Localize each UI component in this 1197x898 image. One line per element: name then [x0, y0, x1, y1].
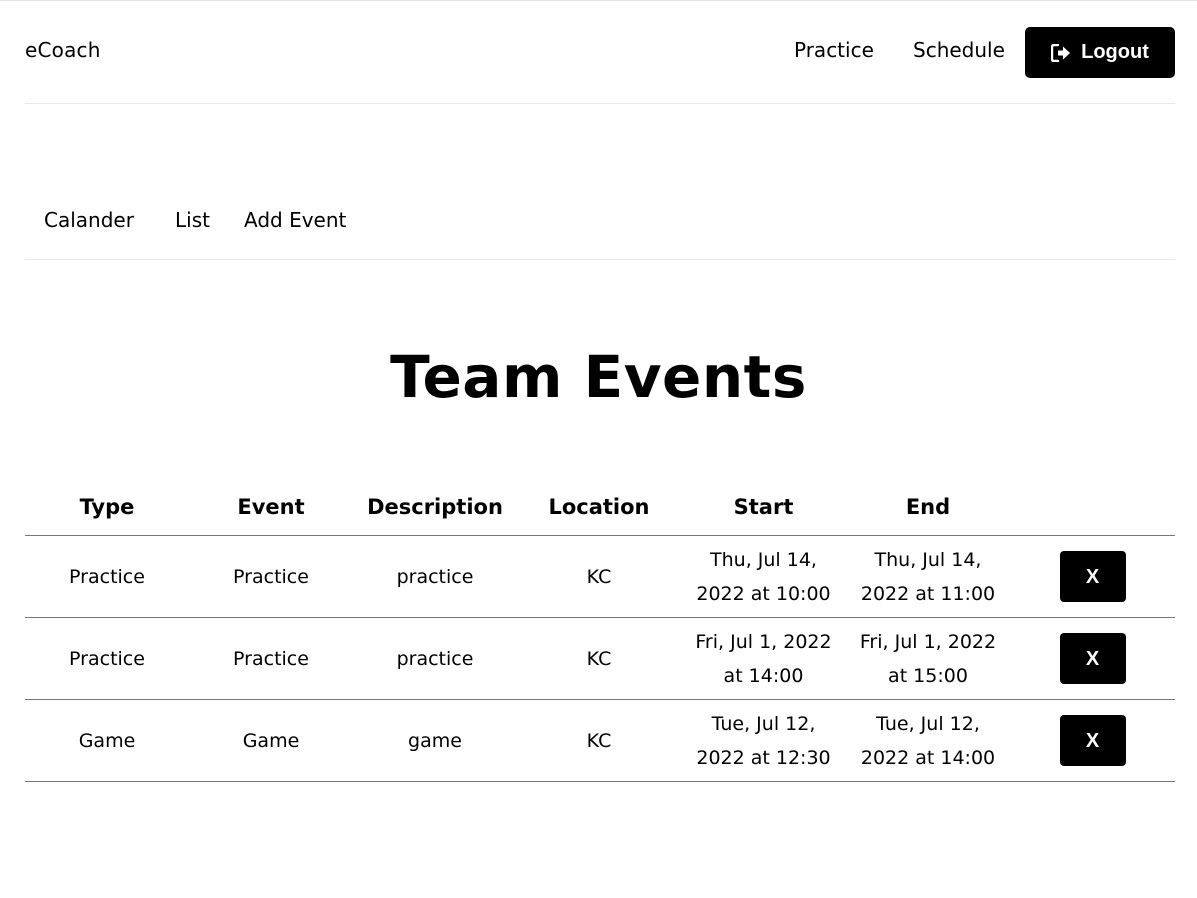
cell-end: Thu, Jul 14, 2022 at 11:00 [846, 535, 1010, 618]
cell-event: Practice [189, 617, 353, 700]
logout-button[interactable]: Logout [1025, 27, 1175, 78]
header-end: End [846, 478, 1010, 536]
cell-location: KC [517, 699, 681, 782]
page-title: Team Events [390, 343, 807, 411]
table-row: Game Game game KC Tue, Jul 12, 2022 at 1… [25, 699, 1175, 782]
delete-event-button[interactable]: X [1059, 633, 1126, 684]
cell-end-line2: 2022 at 14:00 [860, 746, 996, 769]
top-navbar: eCoach Practice Schedule Logout [25, 0, 1175, 104]
cell-type: Practice [25, 617, 189, 700]
cell-description: practice [353, 617, 517, 700]
cell-start-line1: Tue, Jul 12, [711, 712, 816, 735]
cell-start-line2: 2022 at 10:00 [696, 582, 831, 605]
subnav-calendar-link[interactable]: Calander [44, 208, 134, 232]
events-table: Type Event Description Location Start En… [25, 478, 1175, 782]
subnav-add-event-link[interactable]: Add Event [244, 208, 346, 232]
cell-start-line2: at 14:00 [723, 664, 804, 687]
cell-end: Fri, Jul 1, 2022 at 15:00 [846, 617, 1010, 700]
nav-schedule-link[interactable]: Schedule [913, 38, 1005, 62]
cell-type: Game [25, 699, 189, 782]
delete-event-button[interactable]: X [1059, 551, 1126, 602]
brand-logo[interactable]: eCoach [25, 38, 101, 62]
cell-type: Practice [25, 535, 189, 618]
delete-event-button[interactable]: X [1059, 715, 1126, 766]
cell-end: Tue, Jul 12, 2022 at 14:00 [846, 699, 1010, 782]
table-header-row: Type Event Description Location Start En… [25, 478, 1175, 536]
cell-start-line1: Thu, Jul 14, [710, 548, 817, 571]
schedule-subnav: Calander List Add Event [25, 104, 1175, 260]
header-type: Type [25, 478, 189, 536]
cell-start: Tue, Jul 12, 2022 at 12:30 [681, 699, 846, 782]
cell-actions: X [1010, 699, 1175, 782]
cell-location: KC [517, 617, 681, 700]
cell-start-line1: Fri, Jul 1, 2022 [695, 630, 832, 653]
cell-end-line1: Thu, Jul 14, [874, 548, 982, 571]
cell-event: Practice [189, 535, 353, 618]
table-row: Practice Practice practice KC Fri, Jul 1… [25, 617, 1175, 700]
cell-end-line2: at 15:00 [888, 664, 968, 687]
header-event: Event [189, 478, 353, 536]
cell-end-line2: 2022 at 11:00 [860, 582, 996, 605]
page: eCoach Practice Schedule Logout Calander… [0, 0, 1197, 898]
cell-description: practice [353, 535, 517, 618]
cell-location: KC [517, 535, 681, 618]
logout-label: Logout [1081, 41, 1149, 63]
cell-start: Thu, Jul 14, 2022 at 10:00 [681, 535, 846, 618]
header-actions [1010, 478, 1175, 536]
cell-end-line1: Tue, Jul 12, [876, 712, 980, 735]
nav-practice-link[interactable]: Practice [794, 38, 874, 62]
cell-description: game [353, 699, 517, 782]
cell-event: Game [189, 699, 353, 782]
sign-out-icon [1050, 43, 1071, 62]
table-row: Practice Practice practice KC Thu, Jul 1… [25, 535, 1175, 618]
cell-actions: X [1010, 535, 1175, 618]
subnav-list-link[interactable]: List [175, 208, 210, 232]
cell-actions: X [1010, 617, 1175, 700]
header-description: Description [353, 478, 517, 536]
header-start: Start [681, 478, 846, 536]
cell-start-line2: 2022 at 12:30 [696, 746, 831, 769]
header-location: Location [517, 478, 681, 536]
cell-start: Fri, Jul 1, 2022 at 14:00 [681, 617, 846, 700]
cell-end-line1: Fri, Jul 1, 2022 [859, 630, 997, 653]
